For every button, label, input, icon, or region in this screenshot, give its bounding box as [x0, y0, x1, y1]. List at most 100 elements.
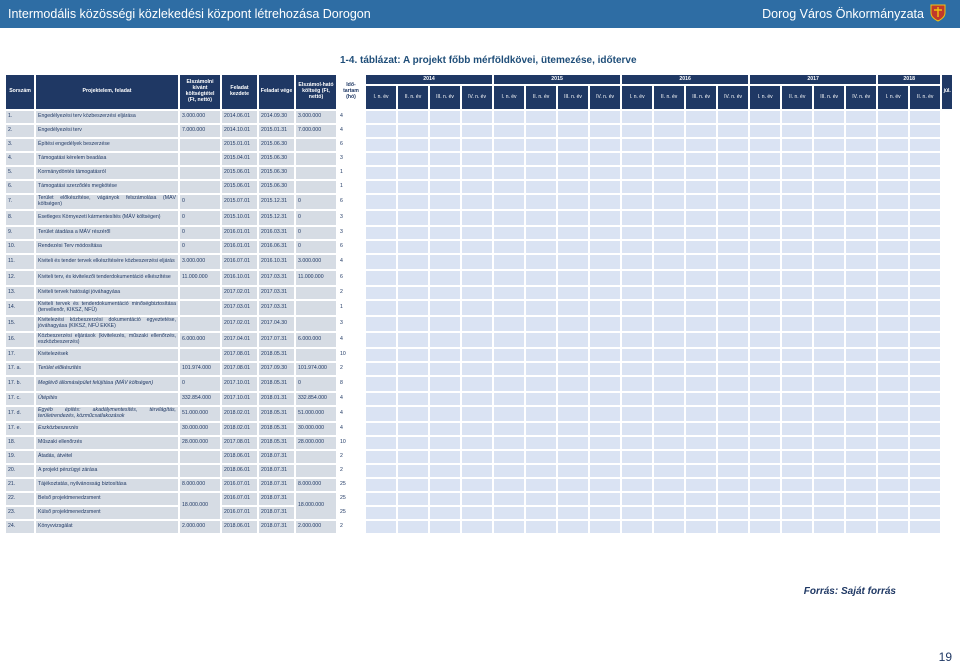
gantt-cell-last [942, 317, 953, 331]
row-start-date: 2018.02.01 [222, 423, 257, 435]
quarter-header: IV. n. év [590, 86, 621, 109]
gantt-cell [526, 111, 557, 123]
gantt-cell [654, 493, 685, 505]
gantt-cell [622, 393, 653, 405]
gantt-cell [686, 465, 717, 477]
gantt-cell [910, 333, 941, 347]
gantt-cell-last [942, 377, 953, 391]
gantt-cell-last [942, 153, 953, 165]
gantt-cell [430, 271, 460, 285]
gantt-cell [718, 407, 749, 421]
row-eligible-cost: 6.000.000 [296, 333, 336, 347]
row-eligible-cost: 332.854.000 [296, 393, 336, 405]
gantt-cell [558, 407, 589, 421]
table-row: 15. Kivitelezési közbeszerzési dokumentác… [6, 317, 953, 331]
gantt-cell [750, 255, 781, 269]
row-cost [180, 181, 220, 193]
gantt-cell [750, 167, 781, 179]
gantt-cell [686, 333, 717, 347]
row-end-date: 2017.04.30 [259, 317, 294, 331]
gantt-cell [686, 195, 717, 209]
gantt-cell [366, 363, 396, 375]
gantt-cell [750, 393, 781, 405]
gantt-cell [462, 181, 493, 193]
row-number: 13. [6, 287, 34, 299]
row-task-name: Terület előkészítés [36, 363, 178, 375]
gantt-cell [558, 479, 589, 491]
row-cost: 11.000.000 [180, 271, 220, 285]
gantt-cell [814, 241, 845, 253]
row-eligible-cost: 30.000.000 [296, 423, 336, 435]
row-task-name: Útépítés [36, 393, 178, 405]
gantt-cell [718, 363, 749, 375]
row-cost: 7.000.000 [180, 125, 220, 137]
gantt-cell [782, 363, 813, 375]
gantt-cell [366, 393, 396, 405]
row-number: 1. [6, 111, 34, 123]
row-start-date: 2015.10.01 [222, 211, 257, 225]
gantt-cell [750, 407, 781, 421]
row-eligible-cost: 28.000.000 [296, 437, 336, 449]
gantt-cell [686, 139, 717, 151]
gantt-cell [430, 211, 460, 225]
gantt-cell [782, 111, 813, 123]
table-row: 22. Belső projektmenedzsment 18.000.000 201… [6, 493, 953, 519]
gantt-cell [814, 521, 845, 533]
gantt-cell [750, 227, 781, 239]
row-end-date: 2017.07.31 [259, 333, 294, 347]
gantt-cell [366, 167, 396, 179]
row-duration: 6 [338, 195, 364, 209]
gantt-cell [526, 407, 557, 421]
gantt-cell [622, 349, 653, 361]
gantt-cell [366, 377, 396, 391]
gantt-cell [814, 377, 845, 391]
gantt-cell [494, 407, 525, 421]
row-eligible-cost: 0 [296, 227, 336, 239]
gantt-cell [718, 181, 749, 193]
gantt-cell [462, 407, 493, 421]
gantt-cell [878, 317, 909, 331]
row-end-date: 2015.12.31 [259, 195, 294, 209]
gantt-cell [654, 465, 685, 477]
gantt-cell [750, 377, 781, 391]
gantt-cell [910, 181, 941, 193]
row-cost: 3.000.000 [180, 255, 220, 269]
row-cost: 332.854.000 [180, 393, 220, 405]
row-task-name: Rendezési Terv módosítása [36, 241, 178, 253]
gantt-cell [462, 507, 493, 519]
gantt-cell [558, 271, 589, 285]
gantt-cell [526, 349, 557, 361]
gantt-cell [430, 393, 460, 405]
gantt-cell [750, 111, 781, 123]
table-row: 5. Kormánydöntés támogatásról 2015.06.01 20… [6, 167, 953, 179]
row-number: 19. [6, 451, 34, 463]
row-task-name: Tájékoztatás, nyilvánosság biztosítása [36, 479, 178, 491]
row-end-date: 2016.06.31 [259, 241, 294, 253]
gantt-cell [846, 423, 877, 435]
gantt-cell [718, 111, 749, 123]
gantt-cell [462, 211, 493, 225]
gantt-cell [750, 493, 781, 505]
gantt-cell [910, 287, 941, 299]
gantt-cell [622, 139, 653, 151]
gantt-cell [590, 407, 621, 421]
gantt-cell [558, 301, 589, 315]
gantt-cell [462, 287, 493, 299]
gantt-cell-last [942, 333, 953, 347]
gantt-cell [718, 451, 749, 463]
gantt-cell [622, 507, 653, 519]
gantt-cell [622, 271, 653, 285]
gantt-cell [494, 227, 525, 239]
quarter-header: II. n. év [654, 86, 685, 109]
row-eligible-cost [296, 301, 336, 315]
row-eligible-cost [296, 139, 336, 151]
gantt-cell [398, 493, 428, 505]
gantt-cell [654, 227, 685, 239]
gantt-cell [494, 287, 525, 299]
row-number: 5. [6, 167, 34, 179]
gantt-cell [622, 227, 653, 239]
row-task-name: Engedélyezési terv közbeszerzési eljárás… [36, 111, 178, 123]
gantt-cell [750, 363, 781, 375]
year-2016: 2016 [622, 75, 749, 84]
gantt-cell [686, 167, 717, 179]
